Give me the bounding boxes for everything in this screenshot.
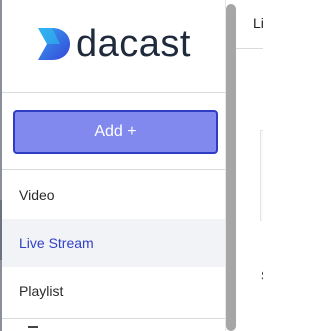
divider: [236, 48, 263, 49]
add-button[interactable]: Add +: [13, 110, 218, 154]
dacast-logo-icon: [38, 28, 70, 60]
divider: [2, 169, 225, 170]
logo-area: dacast: [2, 0, 225, 93]
sidebar-item-label: Playlist: [19, 283, 64, 299]
main-content: Li S: [236, 0, 263, 331]
sidebar: dacast Add + Video Live Stream Playlist: [2, 0, 226, 331]
divider: [2, 318, 225, 319]
sidebar-item-label: Video: [19, 187, 55, 203]
brand-name: dacast: [76, 23, 191, 65]
sidebar-item-live-stream[interactable]: Live Stream: [2, 219, 225, 267]
sidebar-item-label: Live Stream: [19, 235, 94, 251]
main-side-text: S: [261, 268, 263, 283]
sidebar-scrollbar-thumb[interactable]: [226, 4, 236, 331]
sidebar-item-video[interactable]: Video: [2, 171, 225, 219]
sidebar-item-playlist[interactable]: Playlist: [2, 267, 225, 315]
cut-off-element: [28, 326, 38, 328]
main-tab-label[interactable]: Li: [253, 15, 263, 31]
content-card: [260, 130, 263, 221]
app-window: dacast Add + Video Live Stream Playlist …: [0, 0, 263, 331]
